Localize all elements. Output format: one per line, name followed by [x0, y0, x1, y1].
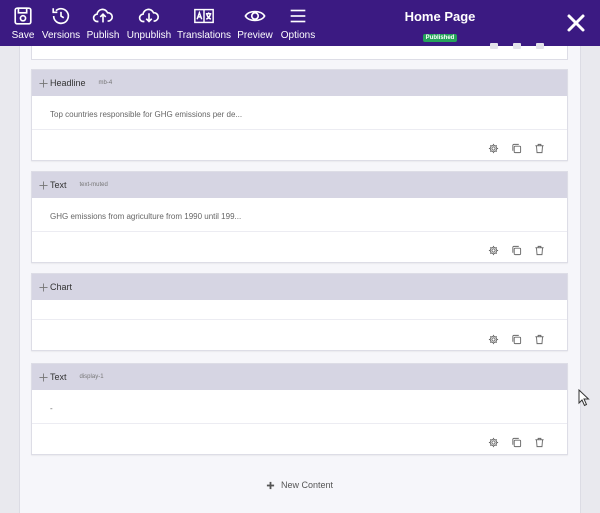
block-delete-button[interactable]: [534, 330, 545, 345]
options-label: Options: [280, 30, 316, 41]
cloud-download-icon: [138, 8, 159, 23]
copy-icon: [512, 334, 522, 345]
trash-icon: [535, 143, 544, 154]
block-content-preview[interactable]: Top countries responsible for GHG emissi…: [32, 96, 567, 130]
new-content-label: New Content: [281, 480, 334, 490]
content-block-text-display: Text display-1 -: [31, 363, 568, 455]
block-type-label: Chart: [50, 282, 73, 292]
copy-icon[interactable]: [513, 43, 521, 49]
block-type-label: Headline: [50, 78, 86, 88]
block-delete-button[interactable]: [534, 241, 545, 256]
block-type-label: Text: [50, 372, 67, 382]
block-type-label: Text: [50, 180, 67, 190]
gear-icon: [488, 245, 499, 256]
plus-icon: [266, 481, 275, 489]
block-header[interactable]: Chart: [32, 274, 567, 300]
block-delete-button[interactable]: [534, 139, 545, 154]
hamburger-menu-icon: [290, 9, 306, 23]
block-duplicate-button[interactable]: [511, 433, 522, 448]
block-duplicate-button[interactable]: [511, 330, 522, 345]
trash-icon: [535, 334, 544, 345]
page-title-area: Home Page Published: [390, 9, 490, 43]
versions-label: Versions: [41, 30, 81, 41]
block-class-label: mb-4: [98, 80, 113, 86]
content-block-text: Text text-muted GHG emissions from agric…: [31, 171, 568, 263]
close-icon: [567, 14, 585, 32]
translations-button[interactable]: Translations: [176, 0, 232, 46]
preview-label: Preview: [237, 30, 273, 41]
block-duplicate-button[interactable]: [511, 139, 522, 154]
copy-icon: [512, 437, 522, 448]
unpublish-label: Unpublish: [126, 30, 172, 41]
block-header[interactable]: Headline mb-4: [32, 70, 567, 96]
gear-icon: [488, 334, 499, 345]
move-icon[interactable]: [39, 180, 48, 190]
status-badge: Published: [422, 34, 458, 42]
mouse-pointer-icon: [578, 389, 590, 407]
trash-icon[interactable]: [536, 43, 544, 49]
copy-icon: [512, 245, 522, 256]
translations-label: Translations: [176, 30, 232, 41]
page-title: Home Page: [404, 9, 476, 24]
block-content-preview[interactable]: [32, 300, 567, 320]
block-settings-button[interactable]: [488, 139, 499, 154]
top-toolbar: Save Versions Publish Unpublish Translat…: [0, 0, 600, 46]
content-block-chart: Chart: [31, 273, 568, 351]
unpublish-button[interactable]: Unpublish: [126, 0, 172, 46]
block-actions: [32, 130, 567, 160]
publish-button[interactable]: Publish: [86, 0, 120, 46]
save-label: Save: [11, 30, 35, 41]
save-button[interactable]: Save: [11, 0, 35, 46]
publish-label: Publish: [86, 30, 120, 41]
translate-icon: [194, 8, 214, 24]
new-content-button[interactable]: New Content: [266, 480, 333, 490]
block-content-preview[interactable]: GHG emissions from agriculture from 1990…: [32, 198, 567, 232]
previous-block-stub: [31, 43, 568, 60]
history-icon: [52, 7, 70, 25]
block-duplicate-button[interactable]: [511, 241, 522, 256]
eye-icon: [244, 10, 266, 22]
block-actions: [32, 320, 567, 350]
block-actions: [32, 424, 567, 454]
gear-icon: [488, 437, 499, 448]
content-block-headline: Headline mb-4 Top countries responsible …: [31, 69, 568, 161]
trash-icon: [535, 437, 544, 448]
block-settings-button[interactable]: [488, 330, 499, 345]
block-class-label: display-1: [79, 374, 104, 380]
block-class-label: text-muted: [79, 182, 108, 188]
gear-icon: [488, 143, 499, 154]
block-settings-button[interactable]: [488, 241, 499, 256]
copy-icon: [512, 143, 522, 154]
trash-icon: [535, 245, 544, 256]
block-settings-button[interactable]: [488, 433, 499, 448]
close-button[interactable]: [563, 10, 589, 36]
block-header[interactable]: Text display-1: [32, 364, 567, 390]
move-icon[interactable]: [39, 78, 48, 88]
versions-button[interactable]: Versions: [41, 0, 81, 46]
block-actions: [32, 232, 567, 262]
move-icon[interactable]: [39, 372, 48, 382]
cloud-upload-icon: [92, 8, 113, 23]
move-icon[interactable]: [39, 282, 48, 292]
block-delete-button[interactable]: [534, 433, 545, 448]
options-button[interactable]: Options: [280, 0, 316, 46]
block-content-preview[interactable]: -: [32, 390, 567, 424]
floppy-disk-icon: [14, 7, 32, 25]
preview-button[interactable]: Preview: [237, 0, 273, 46]
block-header[interactable]: Text text-muted: [32, 172, 567, 198]
gear-icon[interactable]: [490, 43, 498, 49]
